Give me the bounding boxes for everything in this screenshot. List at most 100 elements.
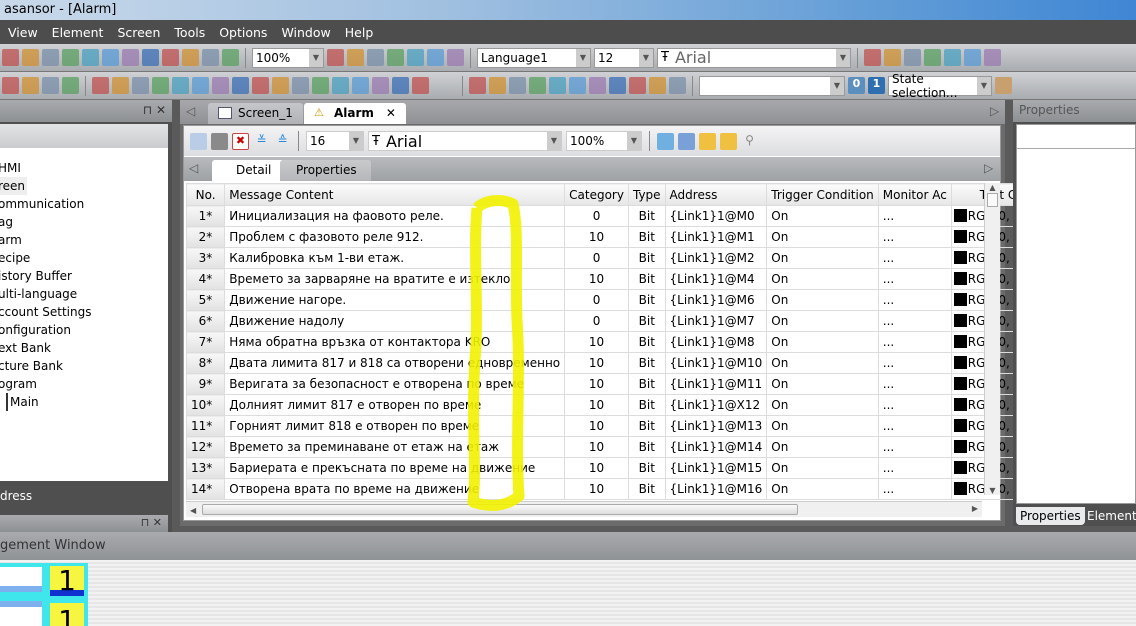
- type[interactable]: Bit: [627, 478, 666, 500]
- state-select[interactable]: State selection... ▼: [888, 72, 992, 100]
- tab-scroll-left-icon[interactable]: ◁: [186, 104, 195, 118]
- row-number[interactable]: 10*: [185, 394, 226, 416]
- monitor-address[interactable]: ...: [877, 373, 952, 395]
- tree-item[interactable]: reen: [0, 177, 28, 195]
- type[interactable]: Bit: [627, 331, 666, 353]
- zoom-select[interactable]: 100% ▼: [252, 47, 324, 68]
- scale-icon[interactable]: [42, 77, 59, 94]
- zoom-fit-icon[interactable]: [367, 49, 384, 66]
- paste-row-icon[interactable]: [211, 132, 228, 150]
- type[interactable]: Bit: [627, 415, 666, 437]
- monitor-address[interactable]: ...: [877, 436, 952, 458]
- distribute-right-icon[interactable]: [609, 77, 626, 94]
- step-forward-icon[interactable]: [427, 49, 444, 66]
- chart-icon[interactable]: [292, 77, 309, 94]
- trigger-condition[interactable]: On: [766, 457, 879, 479]
- row-number[interactable]: 6*: [185, 310, 226, 332]
- row-number[interactable]: 14*: [185, 478, 226, 500]
- row-number[interactable]: 1*: [185, 205, 226, 227]
- table-row[interactable]: 2* Проблем с фазовото реле 912. 10 Bit {Link…: [185, 226, 1045, 248]
- align-vcenter-icon[interactable]: [549, 77, 566, 94]
- tree-item[interactable]: ommunication: [0, 195, 86, 213]
- paste-icon[interactable]: [122, 49, 139, 66]
- align-text-center-icon[interactable]: [884, 49, 901, 66]
- tab-scroll-right-icon[interactable]: ▷: [990, 104, 999, 118]
- row-number[interactable]: 8*: [185, 352, 226, 374]
- row-number[interactable]: 9*: [185, 373, 226, 395]
- tree-item[interactable]: arm: [0, 231, 24, 249]
- table-row[interactable]: 4* Времето за зарваряне на вратите е изте…: [185, 268, 1045, 290]
- trigger-condition[interactable]: On: [766, 289, 879, 311]
- address[interactable]: {Link1}1@M1: [664, 226, 768, 248]
- align-top-obj-icon[interactable]: [629, 77, 646, 94]
- address[interactable]: {Link1}1@M11: [664, 373, 768, 395]
- row-number[interactable]: 12*: [185, 436, 226, 458]
- tree-item[interactable]: ext Bank: [0, 339, 53, 357]
- type[interactable]: Bit: [627, 394, 666, 416]
- table-row[interactable]: 12* Времето за преминаване от етаж на ета…: [185, 436, 1045, 458]
- line-icon[interactable]: [2, 77, 19, 94]
- vertical-scrollbar[interactable]: ▲ ▼: [984, 183, 1000, 495]
- monitor-address[interactable]: ...: [877, 268, 952, 290]
- type[interactable]: Bit: [627, 247, 666, 269]
- move-up-icon[interactable]: ≙: [274, 133, 291, 150]
- category[interactable]: 10: [564, 394, 629, 416]
- address[interactable]: {Link1}1@M7: [664, 310, 768, 332]
- trigger-condition[interactable]: On: [766, 352, 879, 374]
- alarm-zoom-select[interactable]: 100% ▼: [566, 131, 642, 151]
- type[interactable]: Bit: [627, 352, 666, 374]
- table-row[interactable]: 10* Долният лимит 817 е отворен по време 1…: [185, 394, 1045, 416]
- type[interactable]: Bit: [627, 457, 666, 479]
- address[interactable]: {Link1}1@M14: [664, 436, 768, 458]
- address[interactable]: {Link1}1@M0: [664, 205, 768, 227]
- tab-properties-panel[interactable]: Properties: [1016, 507, 1085, 525]
- import-icon[interactable]: [657, 132, 674, 150]
- grid-icon[interactable]: [352, 77, 369, 94]
- subtab-scroll-right-icon[interactable]: ▷: [984, 161, 993, 175]
- table-row[interactable]: 3* Калибровка към 1-ви етаж. 0 Bit {Link1}1@…: [185, 247, 1045, 269]
- align-middle-icon[interactable]: [944, 49, 961, 66]
- alarm-font-size-select[interactable]: 16 ▼: [306, 131, 364, 151]
- category[interactable]: 10: [564, 436, 629, 458]
- address[interactable]: {Link1}1@X12: [664, 394, 768, 416]
- menu-help[interactable]: Help: [345, 25, 374, 40]
- category[interactable]: 0: [564, 310, 629, 332]
- alarm-light-icon[interactable]: [312, 77, 329, 94]
- tab-detail[interactable]: Detail: [212, 160, 286, 181]
- table-row[interactable]: 13* Бариерата е прекъсната по време на дв…: [185, 457, 1045, 479]
- pen-icon[interactable]: [469, 77, 486, 94]
- table-row[interactable]: 1* Инициализация на фаовото реле. 0 Bit {Lin…: [185, 205, 1045, 227]
- properties-icon[interactable]: [995, 77, 1012, 94]
- circle-icon[interactable]: [192, 77, 209, 94]
- folder-import-icon[interactable]: [699, 132, 716, 150]
- trigger-condition[interactable]: On: [766, 478, 879, 500]
- category[interactable]: 10: [564, 478, 629, 500]
- copy-icon[interactable]: [102, 49, 119, 66]
- trigger-condition[interactable]: On: [766, 226, 879, 248]
- monitor-address[interactable]: ...: [877, 226, 952, 248]
- tree-item[interactable]: ogram: [0, 375, 39, 393]
- monitor-address[interactable]: ...: [877, 352, 952, 374]
- new-page-icon[interactable]: [22, 49, 39, 66]
- close-tab-icon[interactable]: ✕: [386, 106, 396, 120]
- column-header[interactable]: Monitor Ac: [877, 183, 952, 206]
- zoom-in-icon[interactable]: [327, 49, 344, 66]
- folder-export-icon[interactable]: [720, 132, 737, 150]
- save-icon[interactable]: [2, 49, 19, 66]
- monitor-address[interactable]: ...: [877, 289, 952, 311]
- category[interactable]: 0: [564, 247, 629, 269]
- indicator-icon[interactable]: [132, 77, 149, 94]
- screen-thumbnail[interactable]: 1 1: [0, 563, 88, 626]
- tree-item[interactable]: onfiguration: [0, 321, 73, 339]
- subtab-scroll-left-icon[interactable]: ◁: [189, 161, 198, 175]
- category[interactable]: 0: [564, 205, 629, 227]
- trigger-condition[interactable]: On: [766, 394, 879, 416]
- info-icon[interactable]: [222, 49, 239, 66]
- trigger-condition[interactable]: On: [766, 331, 879, 353]
- pin-close-icons-2[interactable]: ⊓ ✕: [141, 516, 162, 531]
- delete-row-icon[interactable]: ✖: [232, 132, 249, 150]
- open-screen-icon[interactable]: [182, 49, 199, 66]
- copy-pages-icon[interactable]: [678, 132, 695, 150]
- rotate-cw-icon[interactable]: [387, 49, 404, 66]
- distribute-h-icon[interactable]: [569, 77, 586, 94]
